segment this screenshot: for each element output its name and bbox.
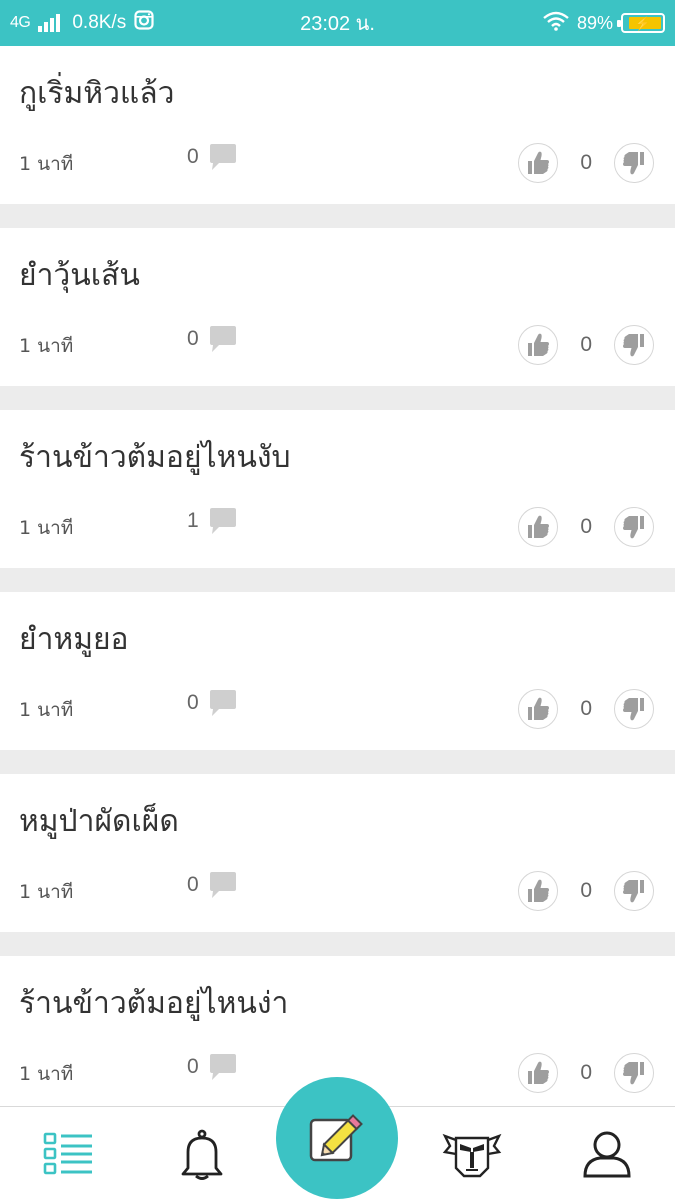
- vote-score: 0: [580, 879, 592, 902]
- vote-score: 0: [580, 515, 592, 538]
- thumbs-down-icon[interactable]: [614, 871, 654, 911]
- comment-count-group[interactable]: 1: [187, 507, 238, 535]
- network-speed: 0.8K/s: [72, 12, 127, 33]
- charging-bolt-icon: ⚡: [634, 15, 652, 31]
- post-time: 1 นาที: [19, 699, 74, 721]
- user-profile-icon: [583, 1131, 631, 1178]
- vote-score: 0: [580, 333, 592, 356]
- speech-bubble-icon: [208, 143, 238, 171]
- comment-count: 0: [187, 145, 199, 168]
- comment-count: 1: [187, 509, 199, 532]
- thumbs-up-icon[interactable]: [518, 325, 559, 365]
- post-title[interactable]: ร้านข้าวต้มอยู่ไหนงับ: [19, 434, 291, 481]
- post-title[interactable]: หมูป่าผัดเผ็ด: [19, 798, 179, 845]
- post-time: 1 นาที: [19, 335, 74, 357]
- thumbs-down-icon[interactable]: [614, 1053, 654, 1093]
- status-bar: 4G 0.8K/s 23:02 น. 89% ⚡: [0, 0, 675, 46]
- post-card[interactable]: ยำวุ้นเส้น 1 นาที 0 0: [0, 228, 675, 386]
- vote-group: 0: [518, 143, 654, 183]
- comment-count-group[interactable]: 0: [187, 689, 238, 717]
- post-time: 1 นาที: [19, 881, 74, 903]
- comment-count: 0: [187, 1055, 199, 1078]
- wifi-icon: [543, 11, 569, 36]
- thumbs-up-icon[interactable]: [518, 143, 559, 183]
- battery-icon: ⚡: [617, 13, 665, 33]
- compose-post-button[interactable]: [276, 1077, 398, 1199]
- post-time: 1 นาที: [19, 153, 74, 175]
- nav-profile-button[interactable]: [577, 1127, 637, 1181]
- nav-notifications-button[interactable]: [172, 1127, 232, 1181]
- bottom-nav: [0, 1077, 675, 1200]
- vote-group: 0: [518, 325, 654, 365]
- mascot-icon: [442, 1133, 502, 1178]
- nav-feed-button[interactable]: [38, 1127, 98, 1181]
- nav-mascot-button[interactable]: [442, 1127, 502, 1181]
- comment-count-group[interactable]: 0: [187, 1053, 238, 1081]
- comment-count: 0: [187, 327, 199, 350]
- comment-count: 0: [187, 691, 199, 714]
- post-title[interactable]: ยำวุ้นเส้น: [19, 252, 140, 299]
- comment-count: 0: [187, 873, 199, 896]
- comment-count-group[interactable]: 0: [187, 143, 238, 171]
- battery-percent: 89%: [576, 12, 613, 33]
- post-card[interactable]: กูเริ่มหิวแล้ว 1 นาที 0 0: [0, 46, 675, 204]
- speech-bubble-icon: [208, 507, 238, 535]
- vote-score: 0: [580, 151, 592, 174]
- thumbs-down-icon[interactable]: [614, 325, 654, 365]
- thumbs-down-icon[interactable]: [614, 507, 654, 547]
- comment-count-group[interactable]: 0: [187, 871, 238, 899]
- speech-bubble-icon: [208, 689, 238, 717]
- post-title[interactable]: ร้านข้าวต้มอยู่ไหนง่า: [19, 980, 288, 1027]
- comment-count-group[interactable]: 0: [187, 325, 238, 353]
- thumbs-down-icon[interactable]: [614, 143, 654, 183]
- thumbs-up-icon[interactable]: [518, 689, 559, 729]
- post-card[interactable]: ยำหมูยอ 1 นาที 0 0: [0, 592, 675, 750]
- thumbs-down-icon[interactable]: [614, 689, 654, 729]
- speech-bubble-icon: [208, 325, 238, 353]
- speech-bubble-icon: [208, 871, 238, 899]
- compose-pencil-icon: [309, 1114, 363, 1162]
- post-time: 1 นาที: [19, 517, 74, 539]
- vote-group: 0: [518, 689, 654, 729]
- post-card[interactable]: ร้านข้าวต้มอยู่ไหนงับ 1 นาที 1 0: [0, 410, 675, 568]
- thumbs-up-icon[interactable]: [518, 1053, 559, 1093]
- thumbs-up-icon[interactable]: [518, 507, 559, 547]
- status-left: 4G 0.8K/s: [10, 0, 154, 46]
- post-card[interactable]: หมูป่าผัดเผ็ด 1 นาที 0 0: [0, 774, 675, 932]
- status-right: 89% ⚡: [543, 0, 665, 46]
- vote-group: 0: [518, 1053, 654, 1093]
- speech-bubble-icon: [208, 1053, 238, 1081]
- vote-group: 0: [518, 507, 654, 547]
- vote-score: 0: [580, 697, 592, 720]
- feed-list-icon: [43, 1132, 92, 1175]
- thumbs-up-icon[interactable]: [518, 871, 559, 911]
- post-title[interactable]: กูเริ่มหิวแล้ว: [19, 70, 175, 117]
- post-title[interactable]: ยำหมูยอ: [19, 616, 129, 663]
- bell-icon: [181, 1129, 223, 1180]
- vote-score: 0: [580, 1061, 592, 1084]
- network-type: 4G: [10, 14, 31, 31]
- post-feed: กูเริ่มหิวแล้ว 1 นาที 0 0 ยำวุ้นเส้น 1 นาที 0 0…: [0, 46, 675, 1138]
- instagram-icon: [134, 10, 154, 36]
- app-screen: 4G 0.8K/s 23:02 น. 89% ⚡ กูเริ่มหิวแล้ว 1…: [0, 0, 675, 1200]
- vote-group: 0: [518, 871, 654, 911]
- post-time: 1 นาที: [19, 1063, 74, 1085]
- signal-icon: [38, 14, 61, 32]
